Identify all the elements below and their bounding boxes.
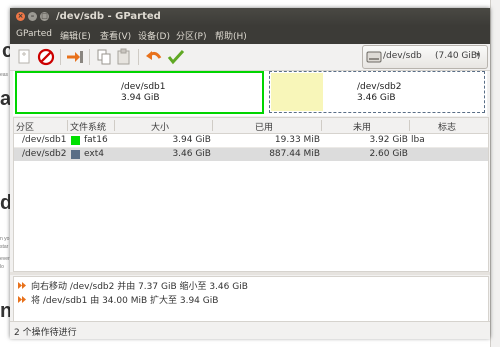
filesystem-color-swatch — [71, 150, 80, 159]
status-text: 2 个操作待进行 — [14, 328, 77, 338]
cell-unused: 2.60 GiB — [369, 149, 408, 159]
minimize-window-button[interactable]: – — [28, 12, 37, 21]
title-bar[interactable]: × – □ /dev/sdb - GParted — [10, 8, 490, 26]
partition-map: /dev/sdb1 3.94 GiB /dev/sdb2 3.46 GiB — [13, 71, 487, 116]
menu-gparted[interactable]: GParted — [16, 29, 52, 39]
cell-partition: /dev/sdb2 — [22, 149, 67, 159]
table-row[interactable]: /dev/sdb1 fat16 3.94 GiB 19.33 MiB 3.92 … — [14, 134, 488, 147]
copy-icon — [97, 49, 111, 65]
menu-view[interactable]: 查看(V) — [100, 29, 131, 42]
menu-bar: GParted 编辑(E) 查看(V) 设备(D) 分区(P) 帮助(H) — [10, 26, 490, 44]
resize-move-icon — [67, 51, 83, 63]
background-text: eas — [0, 72, 9, 78]
maximize-window-button[interactable]: □ — [40, 12, 49, 21]
undo-icon — [146, 51, 162, 60]
partition-name: /dev/sdb1 — [121, 82, 166, 92]
new-partition-button[interactable] — [14, 47, 34, 67]
cell-used: 19.33 MiB — [274, 135, 320, 145]
background-text: ever — [0, 256, 10, 262]
background-text: n yo — [0, 236, 10, 242]
column-separator — [409, 120, 410, 131]
table-row[interactable]: /dev/sdb2 ext4 3.46 GiB 887.44 MiB 2.60 … — [14, 148, 488, 161]
column-header-partition[interactable]: 分区 — [16, 120, 34, 133]
cell-size: 3.94 GiB — [172, 135, 211, 145]
partition-name: /dev/sdb2 — [357, 82, 402, 92]
toolbar-separator — [60, 49, 61, 65]
column-separator — [67, 120, 68, 131]
delete-partition-button[interactable] — [36, 47, 56, 67]
column-header-size[interactable]: 大小 — [151, 120, 169, 133]
partition-used-space — [271, 73, 323, 111]
device-selector[interactable]: /dev/sdb (7.40 GiB) ▾ — [362, 45, 488, 69]
menu-device[interactable]: 设备(D) — [138, 29, 170, 42]
column-separator — [321, 120, 322, 131]
partition-size: 3.94 GiB — [121, 93, 160, 103]
resize-move-icon — [18, 296, 26, 303]
delete-icon — [37, 48, 55, 66]
close-window-button[interactable]: × — [16, 12, 25, 21]
partition-block-sdb1[interactable]: /dev/sdb1 3.94 GiB — [15, 71, 264, 114]
menu-help[interactable]: 帮助(H) — [215, 29, 247, 42]
filesystem-color-swatch — [71, 136, 80, 145]
background-text: star — [0, 244, 9, 250]
checkmark-icon — [167, 49, 185, 65]
pending-operations-list: 向右移动 /dev/sdb2 并由 7.37 GiB 缩小至 3.46 GiB … — [13, 276, 489, 322]
resize-move-icon — [18, 282, 26, 289]
cell-filesystem: fat16 — [84, 135, 108, 145]
status-bar: 2 个操作待进行 — [10, 321, 490, 339]
copy-button[interactable] — [94, 47, 114, 67]
toolbar-separator — [138, 49, 139, 65]
column-separator — [114, 120, 115, 131]
cell-partition: /dev/sdb1 — [22, 135, 67, 145]
background-text: lo — [0, 264, 4, 270]
menu-edit[interactable]: 编辑(E) — [60, 29, 91, 42]
cell-used: 887.44 MiB — [269, 149, 320, 159]
toolbar: /dev/sdb (7.40 GiB) ▾ — [10, 44, 490, 71]
cell-flags: lba — [411, 135, 425, 145]
resize-move-button[interactable] — [65, 47, 85, 67]
chevron-down-icon: ▾ — [476, 50, 481, 59]
column-header-flags[interactable]: 标志 — [438, 120, 456, 133]
paste-icon — [117, 48, 130, 65]
apply-button[interactable] — [166, 47, 186, 67]
column-separator — [212, 120, 213, 131]
drive-icon — [366, 51, 382, 63]
gparted-window: × – □ /dev/sdb - GParted GParted 编辑(E) 查… — [10, 8, 490, 339]
operation-text: 向右移动 /dev/sdb2 并由 7.37 GiB 缩小至 3.46 GiB — [31, 282, 248, 292]
partition-table: 分区 文件系统 大小 已用 未用 标志 /dev/sdb1 fat16 3.94… — [13, 117, 489, 272]
paste-button[interactable] — [114, 47, 134, 67]
table-header: 分区 文件系统 大小 已用 未用 标志 — [14, 118, 488, 134]
background-scrollbar — [490, 0, 500, 347]
column-header-unused[interactable]: 未用 — [353, 120, 371, 133]
operation-text: 将 /dev/sdb1 由 34.00 MiB 扩大至 3.94 GiB — [31, 296, 219, 306]
pane-divider[interactable] — [10, 272, 490, 275]
cell-filesystem: ext4 — [84, 149, 104, 159]
device-size: (7.40 GiB) — [435, 51, 481, 61]
partition-size: 3.46 GiB — [357, 93, 396, 103]
new-document-icon — [18, 49, 30, 64]
device-name: /dev/sdb — [383, 51, 422, 61]
column-header-used[interactable]: 已用 — [255, 120, 273, 133]
undo-button[interactable] — [144, 47, 164, 67]
partition-block-sdb2[interactable]: /dev/sdb2 3.46 GiB — [269, 71, 485, 113]
cell-unused: 3.92 GiB — [369, 135, 408, 145]
cell-size: 3.46 GiB — [172, 149, 211, 159]
window-title: /dev/sdb - GParted — [56, 11, 161, 22]
menu-partition[interactable]: 分区(P) — [176, 29, 206, 42]
toolbar-separator — [89, 49, 90, 65]
column-header-filesystem[interactable]: 文件系统 — [70, 120, 106, 133]
